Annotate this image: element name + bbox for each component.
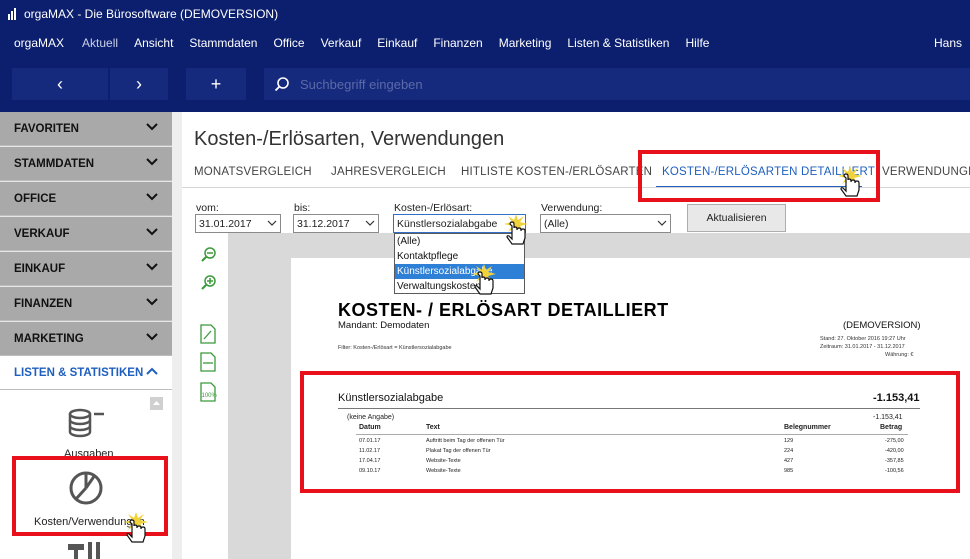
menu-item-ansicht[interactable]: Ansicht: [126, 36, 181, 50]
menu-item-aktuell[interactable]: Aktuell: [74, 36, 126, 50]
coins-icon: [68, 408, 104, 438]
report-title: KOSTEN- / ERLÖSART DETAILLIERT: [338, 300, 669, 320]
sidebar-item-listen-statistiken[interactable]: LISTEN & STATISTIKEN: [0, 356, 172, 390]
sidebar-item-stammdaten[interactable]: STAMMDATEN: [0, 147, 172, 181]
sidebar-item-label: STAMMDATEN: [14, 157, 95, 170]
page-title: Kosten-/Erlösarten, Verwendungen: [194, 128, 505, 150]
chevron-down-icon: [267, 220, 277, 226]
toolbar: ‹ › +: [0, 58, 970, 112]
search-icon: [274, 77, 289, 92]
chevron-down-icon: [146, 123, 158, 131]
plus-icon: +: [210, 73, 222, 94]
report-stand: Stand: 27. Oktober 2016 19:27 Uhr: [820, 336, 906, 342]
chevron-up-icon: [146, 367, 158, 375]
chevron-down-icon: [146, 298, 158, 306]
chevron-right-icon: ›: [136, 73, 142, 94]
kostenart-label: Kosten-/Erlösart:: [394, 202, 473, 214]
menu-item-finanzen[interactable]: Finanzen: [425, 36, 490, 50]
dropdown-option[interactable]: Verwaltungskosten: [395, 279, 524, 294]
back-button[interactable]: ‹: [12, 68, 108, 100]
report-filter: Filter: Kosten-/Erlösart = Künstlersozia…: [338, 345, 452, 351]
sidebar-item-finanzen[interactable]: FINANZEN: [0, 287, 172, 321]
sidebar-item-label: VERKAUF: [14, 227, 70, 240]
chevron-down-icon: [146, 193, 158, 201]
hand-cursor-icon: [124, 512, 148, 543]
menu-item-einkauf[interactable]: Einkauf: [369, 36, 425, 50]
forward-button[interactable]: ›: [110, 68, 168, 100]
sidebar-item-label: OFFICE: [14, 192, 57, 205]
chevron-left-icon: ‹: [57, 73, 63, 94]
fit-width-icon[interactable]: [200, 352, 216, 372]
sidebar-item-verkauf[interactable]: VERKAUF: [0, 217, 172, 251]
app-logo-icon: [8, 8, 16, 20]
sidebar-item-marketing[interactable]: MARKETING: [0, 322, 172, 356]
sidebar-item-einkauf[interactable]: EINKAUF: [0, 252, 172, 286]
window-title-bar: orgaMAX - Die Bürosoftware (DEMOVERSION): [0, 0, 970, 28]
menu-bar: orgaMAX Aktuell Ansicht Stammdaten Offic…: [0, 28, 970, 58]
dropdown-option-selected[interactable]: Künstlersozialabgabe: [395, 264, 524, 279]
menu-item-verkauf[interactable]: Verkauf: [313, 36, 370, 50]
tab-monatsvergleich[interactable]: MONATSVERGLEICH: [194, 166, 312, 178]
sidebar-item-label: MARKETING: [14, 332, 84, 345]
zoom-100-icon[interactable]: 100%: [200, 382, 218, 402]
sidebar-item-label: FAVORITEN: [14, 122, 79, 135]
hand-cursor-icon: [472, 264, 496, 295]
verwendung-select[interactable]: (Alle): [540, 214, 671, 233]
highlight-box-report: [300, 371, 960, 493]
verwendung-label: Verwendung:: [541, 202, 603, 214]
hand-cursor-icon: [838, 166, 862, 197]
chevron-down-icon: [146, 158, 158, 166]
triangle-up-icon: [153, 401, 160, 405]
bis-date-picker[interactable]: 31.12.2017: [293, 214, 379, 233]
scroll-up-button[interactable]: [150, 397, 163, 410]
tab-hitliste[interactable]: HITLISTE KOSTEN-/ERLÖSARTEN: [461, 166, 652, 178]
menu-item-hilfe[interactable]: Hilfe: [677, 36, 717, 50]
chevron-down-icon: [365, 220, 375, 226]
sidebar-item-office[interactable]: OFFICE: [0, 182, 172, 216]
tools-icon: [68, 542, 100, 559]
bis-value: 31.12.2017: [297, 217, 350, 230]
tab-jahresvergleich[interactable]: JAHRESVERGLEICH: [331, 166, 446, 178]
report-demoversion: (DEMOVERSION): [843, 320, 921, 331]
vom-value: 31.01.2017: [199, 217, 252, 230]
kostenart-value: Künstlersozialabgabe: [397, 217, 498, 230]
zoom-out-icon[interactable]: [200, 246, 218, 264]
menu-item-marketing[interactable]: Marketing: [491, 36, 560, 50]
vom-label: vom:: [196, 202, 219, 214]
search-input[interactable]: [300, 76, 900, 92]
tab-verwendungen[interactable]: VERWENDUNGEN: [882, 166, 970, 178]
fit-page-icon[interactable]: [200, 324, 216, 344]
menu-item-office[interactable]: Office: [265, 36, 312, 50]
report-mandant: Mandant: Demodaten: [338, 320, 430, 331]
chevron-down-icon: [657, 220, 667, 226]
aktualisieren-button[interactable]: Aktualisieren: [687, 204, 786, 232]
menu-brand[interactable]: orgaMAX: [0, 36, 74, 50]
dropdown-option[interactable]: Kontaktpflege: [395, 249, 524, 264]
bis-label: bis:: [294, 202, 311, 214]
add-button[interactable]: +: [186, 68, 246, 100]
zoom-in-icon[interactable]: [200, 274, 218, 292]
sidebar-item-label: FINANZEN: [14, 297, 73, 310]
svg-text:100%: 100%: [202, 393, 218, 399]
sidebar-item-label: LISTEN & STATISTIKEN: [14, 366, 144, 379]
report-zeitraum: Zeitraum: 31.01.2017 - 31.12.2017: [820, 344, 905, 350]
window-title: orgaMAX - Die Bürosoftware (DEMOVERSION): [24, 7, 279, 21]
hand-cursor-icon: [504, 214, 528, 245]
chevron-down-icon: [146, 333, 158, 341]
report-waehrung: Währung: €: [885, 352, 914, 358]
search-box[interactable]: [264, 68, 970, 100]
user-name[interactable]: Hans: [926, 36, 970, 50]
menu-item-listen-statistiken[interactable]: Listen & Statistiken: [559, 36, 677, 50]
verwendung-value: (Alle): [544, 217, 569, 230]
vom-date-picker[interactable]: 31.01.2017: [195, 214, 281, 233]
chevron-down-icon: [146, 228, 158, 236]
sidebar-item-favoriten[interactable]: FAVORITEN: [0, 112, 172, 146]
menu-item-stammdaten[interactable]: Stammdaten: [181, 36, 265, 50]
divider: [172, 112, 182, 559]
sidebar-item-label: EINKAUF: [14, 262, 66, 275]
chevron-down-icon: [146, 263, 158, 271]
